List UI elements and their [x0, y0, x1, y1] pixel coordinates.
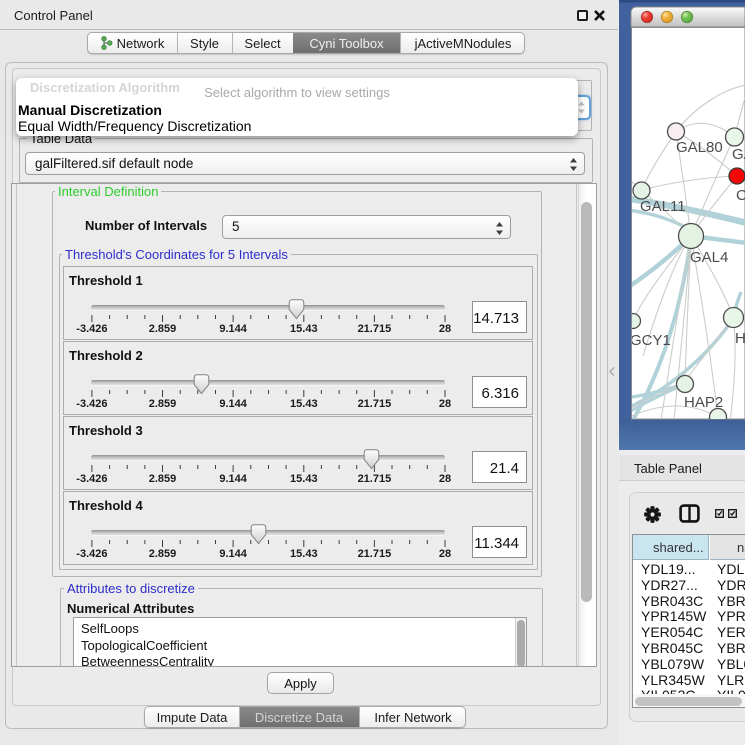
svg-text:HAP2: HAP2	[684, 394, 723, 411]
svg-text:GAL11: GAL11	[640, 198, 686, 215]
svg-text:GCY1: GCY1	[630, 332, 671, 349]
svg-text:H: H	[735, 330, 745, 347]
svg-text:GAL4: GAL4	[690, 249, 728, 266]
svg-text:C: C	[736, 187, 745, 204]
svg-text:GAL80: GAL80	[676, 139, 723, 156]
svg-text:GA: GA	[732, 146, 745, 163]
